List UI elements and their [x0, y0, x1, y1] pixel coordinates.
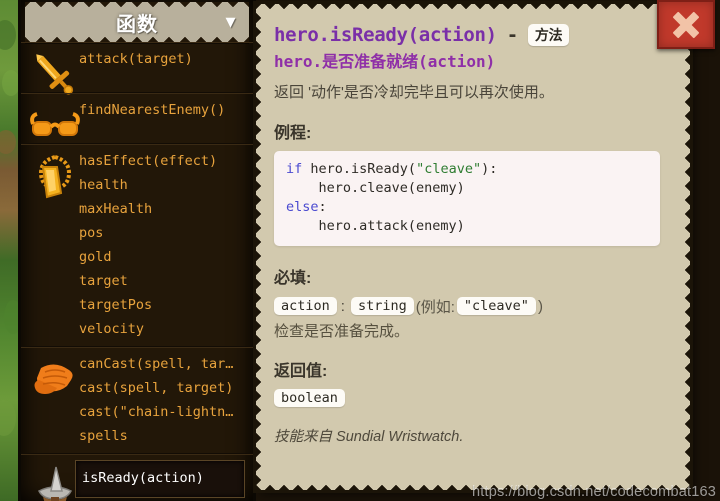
palette-title: 函数 — [116, 13, 158, 36]
panel-torn-edge-left — [256, 4, 263, 490]
game-stage-backdrop — [0, 0, 20, 501]
palette-group-items: findNearestEnemy() — [77, 98, 253, 122]
signature-dash: - — [506, 24, 518, 46]
palette-group: attack(target) — [21, 42, 253, 95]
documentation-panel: hero.isReady(action) - 方法 hero.是否准备就绪(ac… — [256, 4, 690, 490]
palette-item-attack[interactable]: attack(target) — [77, 47, 247, 71]
method-signature: hero.isReady(action) - 方法 — [274, 24, 660, 46]
panel-torn-edge-top — [256, 4, 690, 11]
panel-torn-edge-right — [683, 4, 690, 490]
chevron-down-icon[interactable]: ▼ — [222, 14, 239, 31]
palette-item-spells[interactable]: spells — [77, 424, 247, 448]
palette-item-health[interactable]: health — [77, 173, 247, 197]
palette-item-cancast[interactable]: canCast(spell, tar… — [77, 352, 247, 376]
method-signature-text: hero.isReady(action) — [274, 24, 497, 46]
palette-group: hasEffect(effect) health maxHealth pos g… — [21, 144, 253, 347]
documentation-body: hero.isReady(action) - 方法 hero.是否准备就绪(ac… — [266, 12, 666, 482]
example-code-block: if hero.isReady("cleave"): hero.cleave(e… — [274, 151, 660, 246]
close-button[interactable] — [657, 0, 715, 49]
parameter-name-chip: action — [274, 297, 337, 316]
foliage-blotch — [0, 400, 16, 436]
palette-item-maxhealth[interactable]: maxHealth — [77, 197, 247, 221]
palette-group-items: attack(target) — [77, 47, 253, 71]
skill-origin-note: 技能来自 Sundial Wristwatch. — [274, 428, 464, 445]
parameter-separator: : — [340, 297, 345, 315]
parameter-example-close: ) — [537, 297, 543, 315]
palette-item-target[interactable]: target — [77, 269, 247, 293]
palette-header[interactable]: 函数 ▼ — [25, 2, 249, 42]
required-section-title: 必填: — [274, 269, 312, 287]
palette-item-isready[interactable]: isReady(action) — [75, 460, 245, 498]
parameter-example-open: (例如: — [415, 298, 455, 316]
palette-item-pos[interactable]: pos — [77, 221, 247, 245]
dirt-blotch — [0, 130, 16, 154]
parameter-type-chip: string — [350, 297, 414, 316]
method-description: 返回 '动作'是否冷却完毕且可以再次使用。 — [274, 84, 554, 101]
watermark: https://blog.csdn.net/codecombat163 — [472, 484, 716, 500]
palette-item-gold[interactable]: gold — [77, 245, 247, 269]
function-palette: 函数 ▼ attack(target) findNearestEnemy() h… — [18, 0, 256, 501]
palette-group-items: canCast(spell, tar… cast(spell, target) … — [77, 352, 253, 448]
amulet-icon — [38, 155, 72, 199]
palette-item-targetpos[interactable]: targetPos — [77, 293, 247, 317]
returns-section-title: 返回值: — [274, 362, 328, 380]
palette-item-velocity[interactable]: velocity — [77, 317, 247, 341]
parameter-row: action : string (例如: "cleave" ) — [274, 296, 660, 317]
sundial-icon — [37, 466, 73, 501]
palette-item-findnearestenemy[interactable]: findNearestEnemy() — [77, 98, 247, 122]
method-signature-translated: hero.是否准备就绪(action) — [274, 52, 496, 71]
palette-group: canCast(spell, tar… cast(spell, target) … — [21, 347, 253, 454]
palette-group-items: isReady(action) — [75, 460, 253, 498]
return-type-chip: boolean — [274, 388, 345, 407]
method-kind-badge: 方法 — [527, 24, 570, 46]
parameter-example-value-chip: "cleave" — [456, 297, 536, 316]
palette-group-items: hasEffect(effect) health maxHealth pos g… — [77, 149, 253, 341]
palette-group: findNearestEnemy() — [21, 93, 253, 144]
palette-item-cast-chain-lightning[interactable]: cast("chain-lightn… — [77, 400, 247, 424]
gauntlet-icon — [34, 364, 73, 394]
palette-item-haseffect[interactable]: hasEffect(effect) — [77, 149, 247, 173]
foliage-blotch — [0, 20, 16, 50]
palette-item-cast[interactable]: cast(spell, target) — [77, 376, 247, 400]
palette-group: isReady(action) — [21, 454, 253, 501]
example-section-title: 例程: — [274, 125, 312, 142]
parameter-description: 检查是否准备完成。 — [274, 322, 410, 340]
